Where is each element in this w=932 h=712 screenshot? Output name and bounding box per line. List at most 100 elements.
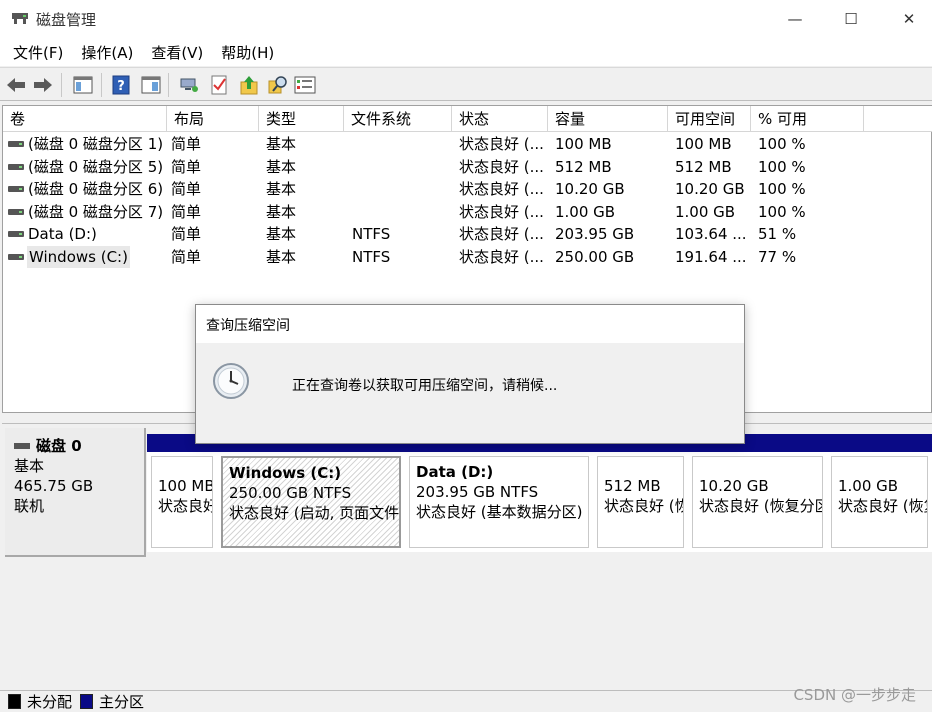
volume-capacity: 512 MB bbox=[555, 157, 612, 176]
volume-type: 基本 bbox=[266, 157, 297, 176]
disk-icon bbox=[14, 443, 30, 449]
primary-swatch bbox=[80, 694, 94, 709]
volume-row[interactable]: Windows (C:) 简单 基本 NTFS 状态良好 (... 250.00… bbox=[3, 245, 932, 268]
column-filesystem[interactable]: 文件系统 bbox=[344, 106, 452, 132]
volume-icon bbox=[8, 141, 24, 147]
partition-status: 状态良好 (恢 bbox=[604, 497, 684, 515]
volume-free: 103.64 ... bbox=[675, 225, 747, 243]
column-type[interactable]: 类型 bbox=[259, 106, 344, 132]
menu-help[interactable]: 帮助(H) bbox=[212, 42, 283, 63]
clock-icon bbox=[212, 362, 250, 400]
svg-text:?: ? bbox=[117, 79, 125, 94]
volume-icon bbox=[8, 186, 24, 192]
search-icon[interactable] bbox=[267, 74, 289, 96]
volume-type: 基本 bbox=[266, 180, 297, 198]
disk-0-label[interactable]: 磁盘 0 基本 465.75 GB 联机 bbox=[5, 428, 146, 557]
volume-layout: 简单 bbox=[171, 157, 202, 176]
connect-icon[interactable] bbox=[178, 74, 200, 96]
volume-type: 基本 bbox=[266, 135, 297, 153]
volume-layout: 简单 bbox=[171, 180, 202, 198]
partition-block[interactable]: 100 MB 状态良好 bbox=[147, 434, 217, 552]
partition-status: 状态良好 (基本数据分区) bbox=[416, 503, 583, 521]
volume-capacity: 10.20 GB bbox=[555, 180, 625, 198]
properties-check-icon[interactable] bbox=[208, 74, 230, 96]
column-status[interactable]: 状态 bbox=[452, 106, 548, 132]
up-folder-icon[interactable] bbox=[238, 74, 260, 96]
volume-status: 状态良好 (... bbox=[459, 202, 544, 221]
legend-primary: 主分区 bbox=[99, 693, 145, 711]
volume-percent: 51 % bbox=[758, 225, 797, 243]
partition-body: Windows (C:) 250.00 GB NTFS 状态良好 (启动, 页面… bbox=[221, 456, 401, 548]
partition-block[interactable]: 10.20 GB 状态良好 (恢复分区 bbox=[688, 434, 827, 552]
volume-name: (磁盘 0 磁盘分区 6) bbox=[28, 180, 164, 198]
column-blank bbox=[864, 106, 932, 132]
volume-name: (磁盘 0 磁盘分区 7) bbox=[28, 202, 164, 221]
partition-block[interactable]: 512 MB 状态良好 (恢 bbox=[593, 434, 688, 552]
volume-percent: 100 % bbox=[758, 202, 806, 221]
dialog-title: 查询压缩空间 bbox=[196, 305, 744, 343]
window-title: 磁盘管理 bbox=[36, 11, 97, 29]
partition-status: 状态良好 (恢复分区 bbox=[699, 497, 823, 515]
volume-status: 状态良好 (... bbox=[459, 135, 544, 153]
partition-body: 10.20 GB 状态良好 (恢复分区 bbox=[692, 456, 823, 548]
volume-row[interactable]: (磁盘 0 磁盘分区 1) 简单 基本 状态良好 (... 100 MB 100… bbox=[3, 133, 932, 155]
menu-bar: 文件(F) 操作(A) 查看(V) 帮助(H) bbox=[0, 38, 932, 66]
volume-capacity: 203.95 GB bbox=[555, 225, 635, 243]
volume-icon bbox=[8, 163, 24, 170]
minimize-button[interactable]: — bbox=[772, 0, 818, 38]
menu-file[interactable]: 文件(F) bbox=[4, 42, 72, 63]
partition-block[interactable]: Data (D:) 203.95 GB NTFS 状态良好 (基本数据分区) bbox=[405, 434, 593, 552]
volume-percent: 100 % bbox=[758, 157, 806, 176]
volume-percent: 100 % bbox=[758, 135, 806, 153]
pane-icon[interactable] bbox=[140, 74, 162, 96]
volume-layout: 简单 bbox=[171, 202, 202, 221]
volume-fs: NTFS bbox=[352, 247, 391, 266]
forward-arrow-icon[interactable] bbox=[32, 74, 54, 96]
toolbar: ? bbox=[0, 67, 932, 101]
partition-body: 512 MB 状态良好 (恢 bbox=[597, 456, 684, 548]
partition-status: 状态良好 (恢复 bbox=[838, 497, 927, 515]
column-free-space[interactable]: 可用空间 bbox=[668, 106, 751, 132]
column-layout[interactable]: 布局 bbox=[167, 106, 259, 132]
volume-row[interactable]: (磁盘 0 磁盘分区 6) 简单 基本 状态良好 (... 10.20 GB 1… bbox=[3, 178, 932, 200]
dialog-message: 正在查询卷以获取可用压缩空间，请稍候... bbox=[292, 378, 558, 394]
console-tree-icon[interactable] bbox=[72, 74, 94, 96]
volume-icon bbox=[8, 253, 24, 260]
menu-action[interactable]: 操作(A) bbox=[72, 42, 142, 63]
unallocated-swatch bbox=[8, 694, 21, 709]
help-icon[interactable]: ? bbox=[110, 74, 132, 96]
partition-size: 203.95 GB NTFS bbox=[416, 483, 539, 501]
volume-status: 状态良好 (... bbox=[459, 225, 544, 243]
partition-body: 1.00 GB 状态良好 (恢复 bbox=[831, 456, 928, 548]
volume-icon bbox=[8, 231, 24, 237]
volume-status: 状态良好 (... bbox=[459, 180, 544, 198]
column-volume[interactable]: 卷 bbox=[3, 106, 167, 132]
column-capacity[interactable]: 容量 bbox=[548, 106, 668, 132]
column-percent-free[interactable]: % 可用 bbox=[751, 106, 864, 132]
volume-percent: 100 % bbox=[758, 180, 806, 198]
legend-unallocated: 未分配 bbox=[27, 693, 73, 711]
volume-capacity: 1.00 GB bbox=[555, 202, 616, 221]
volume-capacity: 250.00 GB bbox=[555, 247, 635, 266]
volume-name: (磁盘 0 磁盘分区 1) bbox=[28, 135, 164, 153]
menu-view[interactable]: 查看(V) bbox=[142, 42, 212, 63]
volume-row[interactable]: (磁盘 0 磁盘分区 5) 简单 基本 状态良好 (... 512 MB 512… bbox=[3, 156, 932, 178]
volume-row[interactable]: Data (D:) 简单 基本 NTFS 状态良好 (... 203.95 GB… bbox=[3, 223, 932, 245]
disk-kind: 基本 bbox=[14, 457, 45, 475]
volume-capacity: 100 MB bbox=[555, 135, 612, 153]
partition-size: 250.00 GB NTFS bbox=[229, 484, 352, 502]
disk-size: 465.75 GB bbox=[14, 477, 94, 495]
query-shrink-dialog: 查询压缩空间 正在查询卷以获取可用压缩空间，请稍候... bbox=[195, 304, 745, 444]
disk-state: 联机 bbox=[14, 497, 45, 515]
partition-size: 512 MB bbox=[604, 477, 661, 495]
back-arrow-icon[interactable] bbox=[5, 74, 27, 96]
close-button[interactable]: ✕ bbox=[886, 0, 932, 38]
partition-size: 10.20 GB bbox=[699, 477, 769, 495]
partition-body: Data (D:) 203.95 GB NTFS 状态良好 (基本数据分区) bbox=[409, 456, 589, 548]
partition-status: 状态良好 bbox=[158, 497, 213, 515]
partition-block[interactable]: 1.00 GB 状态良好 (恢复 bbox=[827, 434, 932, 552]
list-icon[interactable] bbox=[294, 74, 316, 96]
partition-block[interactable]: Windows (C:) 250.00 GB NTFS 状态良好 (启动, 页面… bbox=[217, 434, 405, 552]
maximize-button[interactable]: ☐ bbox=[828, 0, 874, 38]
volume-row[interactable]: (磁盘 0 磁盘分区 7) 简单 基本 状态良好 (... 1.00 GB 1.… bbox=[3, 201, 932, 223]
